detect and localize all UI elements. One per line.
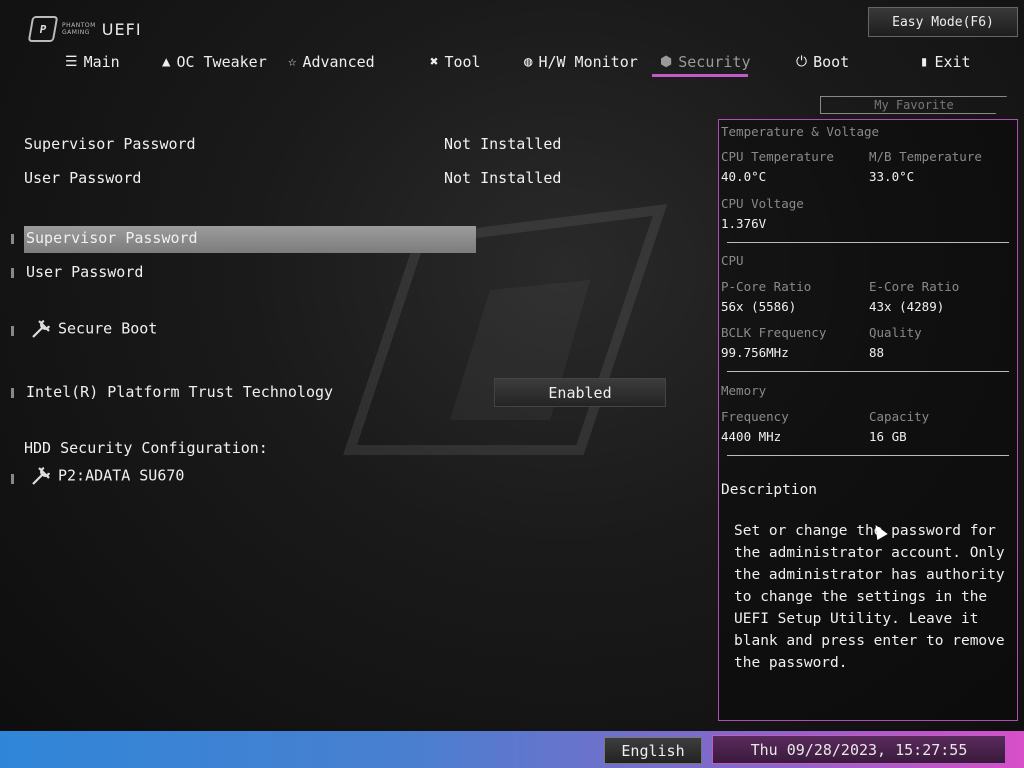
wrench-icon <box>32 466 51 485</box>
datetime-display: Thu 09/28/2023, 15:27:55 <box>712 735 1006 764</box>
temp-voltage-heading: Temperature & Voltage <box>721 124 880 139</box>
item-marker <box>11 268 14 278</box>
power-icon: ⏻ <box>796 54 808 70</box>
language-button[interactable]: English <box>604 737 702 764</box>
hdd-security-heading: HDD Security Configuration: <box>24 439 268 457</box>
description-line: the password. <box>734 655 848 671</box>
tab-label: OC Tweaker <box>176 53 267 71</box>
divider <box>727 371 1009 372</box>
memory-capacity-label: Capacity <box>869 409 930 424</box>
phantom-gaming-logo-icon: P <box>27 16 59 42</box>
tab-hw-monitor[interactable]: ◍ H/W Monitor <box>524 50 638 74</box>
tab-main[interactable]: ☰ Main <box>65 50 120 74</box>
tab-label: H/W Monitor <box>538 53 638 71</box>
description-line: the administrator has authority <box>734 567 1005 583</box>
item-marker <box>11 234 14 244</box>
bclk-frequency-value: 99.756MHz <box>721 345 789 360</box>
tab-exit[interactable]: ▮ Exit <box>920 50 971 74</box>
supervisor-password-item[interactable]: Supervisor Password <box>26 229 198 247</box>
ptt-item-label[interactable]: Intel(R) Platform Trust Technology <box>26 383 333 401</box>
tab-label: Advanced <box>302 53 375 71</box>
star-icon: ☆ <box>288 54 297 70</box>
quality-label: Quality <box>869 325 922 340</box>
easy-mode-button[interactable]: Easy Mode(F6) <box>868 7 1018 37</box>
tab-label: Security <box>678 53 751 71</box>
tab-oc-tweaker[interactable]: ▲ OC Tweaker <box>162 50 267 74</box>
tab-boot[interactable]: ⏻ Boot <box>796 50 849 74</box>
rocket-icon: ▲ <box>162 54 171 70</box>
app-logo: P PHANTOM GAMING UEFI <box>27 16 142 42</box>
my-favorite-button[interactable]: My Favorite <box>820 96 1007 114</box>
p-core-ratio-value: 56x (5586) <box>721 299 797 314</box>
user-password-item[interactable]: User Password <box>26 263 143 281</box>
cpu-voltage-value: 1.376V <box>721 216 767 231</box>
supervisor-password-status-label: Supervisor Password <box>24 135 196 153</box>
description-text: Set or change the password for the admin… <box>734 520 1005 674</box>
tab-security[interactable]: ⬢ Security <box>660 50 750 74</box>
mb-temperature-label: M/B Temperature <box>869 149 982 164</box>
mb-temperature-value: 33.0°C <box>869 169 915 184</box>
memory-capacity-value: 16 GB <box>869 429 907 444</box>
description-line: blank and press enter to remove <box>734 633 1005 649</box>
active-tab-indicator <box>652 74 748 77</box>
quality-value: 88 <box>869 345 885 360</box>
item-marker <box>11 326 14 336</box>
tab-label: Tool <box>444 53 481 71</box>
user-password-status-value: Not Installed <box>444 169 562 187</box>
bclk-frequency-label: BCLK Frequency <box>721 325 827 340</box>
tools-icon: ✖ <box>430 54 439 70</box>
wrench-icon <box>32 319 51 338</box>
monitor-icon: ◍ <box>524 54 533 70</box>
description-line: the administrator account. Only <box>734 545 1005 561</box>
tab-tool[interactable]: ✖ Tool <box>430 50 481 74</box>
tab-label: Boot <box>813 53 850 71</box>
description-line: to change the settings in the <box>734 589 988 605</box>
item-marker <box>11 388 14 398</box>
ptt-value-select[interactable]: Enabled <box>494 378 666 407</box>
p-core-ratio-label: P-Core Ratio <box>721 279 812 294</box>
shield-icon: ⬢ <box>660 54 673 70</box>
e-core-ratio-label: E-Core Ratio <box>869 279 960 294</box>
description-line: Set or change the password for <box>734 523 996 539</box>
description-line: UEFI Setup Utility. Leave it <box>734 611 979 627</box>
cpu-temperature-label: CPU Temperature <box>721 149 834 164</box>
logo-brand-line1: PHANTOM <box>62 22 96 29</box>
cpu-temperature-value: 40.0°C <box>721 169 767 184</box>
item-marker <box>11 474 14 484</box>
cpu-heading: CPU <box>721 253 744 268</box>
cpu-voltage-label: CPU Voltage <box>721 196 804 211</box>
tab-label: Main <box>83 53 120 71</box>
memory-frequency-label: Frequency <box>721 409 789 424</box>
tab-advanced[interactable]: ☆ Advanced <box>288 50 375 74</box>
logo-brand-line2: GAMING <box>62 29 90 36</box>
memory-heading: Memory <box>721 383 767 398</box>
info-panel: Temperature & Voltage CPU Temperature 40… <box>718 119 1018 721</box>
tab-label: Exit <box>934 53 971 71</box>
divider <box>727 455 1009 456</box>
supervisor-password-status-value: Not Installed <box>444 135 562 153</box>
e-core-ratio-value: 43x (4289) <box>869 299 945 314</box>
logo-uefi-text: UEFI <box>101 19 142 39</box>
divider <box>727 242 1009 243</box>
list-icon: ☰ <box>65 54 78 70</box>
main-tab-bar: ☰ Main ▲ OC Tweaker ☆ Advanced ✖ Tool ◍ H/W M… <box>0 50 1024 80</box>
hdd-device-item[interactable]: P2:ADATA SU670 <box>30 465 184 487</box>
memory-frequency-value: 4400 MHz <box>721 429 782 444</box>
hdd-device-label: P2:ADATA SU670 <box>58 466 185 485</box>
exit-icon: ▮ <box>920 54 929 70</box>
user-password-status-label: User Password <box>24 169 142 187</box>
secure-boot-item[interactable]: Secure Boot <box>30 318 157 340</box>
secure-boot-label: Secure Boot <box>58 319 158 338</box>
description-heading: Description <box>721 482 818 498</box>
